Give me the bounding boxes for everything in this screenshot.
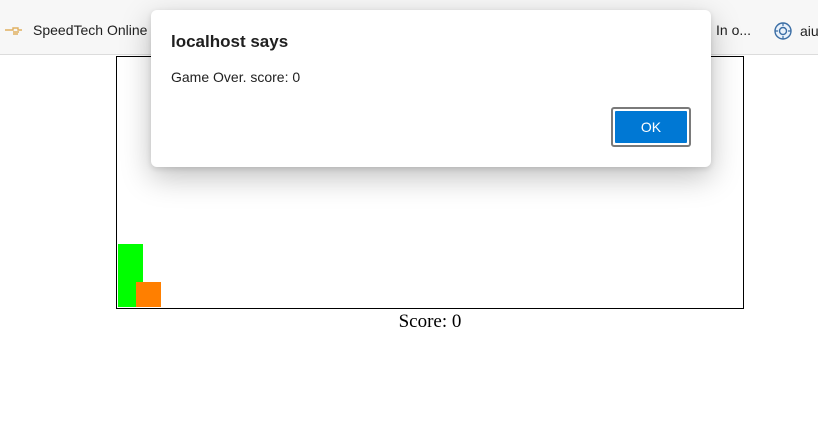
score-display: Score: 0 <box>398 311 462 332</box>
dialog-title: localhost says <box>171 32 289 51</box>
dialog-message: Game Over. score: 0 <box>171 69 301 85</box>
bookmark-label: aiu <box>800 23 818 39</box>
obstacle-block <box>136 282 161 307</box>
globe-icon <box>774 22 792 40</box>
alert-dialog: localhost says Game Over. score: 0 OK <box>151 10 711 167</box>
bookmark-truncated[interactable]: In o... <box>716 22 751 38</box>
bookmark-label: SpeedTech Online <box>33 22 148 38</box>
ok-button-label: OK <box>615 111 687 143</box>
ok-button[interactable]: OK <box>611 107 691 147</box>
bookmark-speedtech[interactable]: SpeedTech Online <box>4 22 147 38</box>
bookmark-aiu[interactable]: aiu <box>774 22 818 40</box>
bookmark-label: In o... <box>716 22 752 38</box>
hand-icon <box>4 24 24 36</box>
